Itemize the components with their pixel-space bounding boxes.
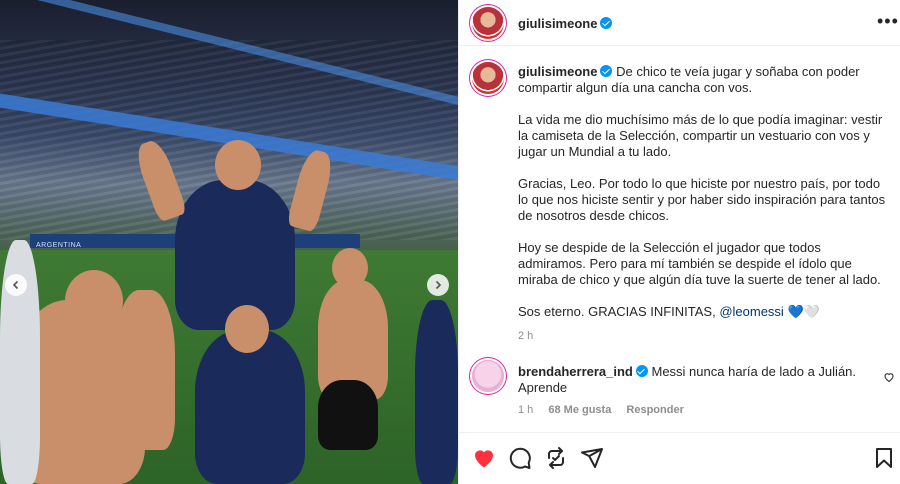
caption-paragraph: Gracias, Leo. Por todo lo que hiciste po…	[518, 176, 886, 223]
heart-icon	[475, 450, 493, 468]
comment-meta: 1 h 68 Me gusta Responder	[518, 404, 696, 416]
author-username[interactable]: giulisimeone	[518, 16, 597, 31]
comment-username[interactable]: brendaherrera_ind	[518, 364, 633, 379]
caption-paragraph: giulisimeone De chico te veía jugar y so…	[518, 64, 888, 96]
player-head	[215, 140, 261, 190]
comment-icon	[509, 447, 531, 469]
player-figure	[415, 300, 458, 484]
caption-avatar[interactable]	[472, 62, 504, 94]
caption-paragraph: La vida me dio muchísimo más de lo que p…	[518, 112, 883, 159]
verified-icon	[600, 17, 613, 29]
player-figure	[195, 330, 305, 484]
comment-like-icon[interactable]	[883, 371, 895, 383]
bookmark-icon	[876, 448, 892, 468]
comment-button[interactable]	[508, 446, 532, 470]
caption-time[interactable]: 2 h	[518, 330, 533, 342]
comment: brendaherrera_ind Messi nunca haría de l…	[518, 364, 878, 396]
post-actions-bar	[459, 432, 900, 484]
author-username-wrap: giulisimeone	[518, 16, 613, 31]
mention-link[interactable]: @leomessi	[719, 304, 784, 319]
post-side-panel: giulisimeone ••• giulisimeone De chico t…	[458, 0, 900, 484]
save-button[interactable]	[872, 446, 896, 470]
share-button[interactable]	[580, 446, 604, 470]
verified-icon	[600, 65, 613, 77]
reply-button[interactable]: Responder	[626, 404, 683, 416]
verified-icon	[635, 365, 648, 377]
player-head	[225, 305, 269, 353]
comment-likes[interactable]: 68 Me gusta	[548, 404, 611, 416]
chevron-right-icon	[435, 280, 442, 290]
caption-closing: Sos eterno. GRACIAS INFINITAS,	[518, 304, 720, 319]
previous-photo-button[interactable]	[5, 274, 27, 296]
caption-emojis: 💙🤍	[783, 304, 820, 319]
post-header: giulisimeone •••	[459, 0, 900, 46]
player-figure	[115, 290, 175, 450]
more-options-button[interactable]: •••	[877, 12, 899, 30]
player-head	[65, 270, 123, 332]
player-head	[332, 248, 368, 288]
next-photo-button[interactable]	[427, 274, 449, 296]
repost-button[interactable]	[544, 446, 568, 470]
repost-icon	[548, 447, 564, 469]
commenter-avatar[interactable]	[472, 360, 504, 392]
like-button[interactable]	[472, 446, 496, 470]
caption-paragraph: Hoy se despide de la Selección el jugado…	[518, 240, 881, 287]
post-caption: giulisimeone De chico te veía jugar y so…	[518, 64, 888, 336]
share-icon	[581, 448, 603, 468]
author-avatar[interactable]	[472, 7, 504, 39]
post-photo[interactable]: ARGENTINA	[0, 0, 458, 484]
comment-time[interactable]: 1 h	[518, 404, 533, 416]
chevron-left-icon	[12, 280, 19, 290]
player-shorts	[318, 380, 378, 450]
caption-username[interactable]: giulisimeone	[518, 64, 597, 79]
caption-paragraph: Sos eterno. GRACIAS INFINITAS, @leomessi…	[518, 304, 888, 320]
